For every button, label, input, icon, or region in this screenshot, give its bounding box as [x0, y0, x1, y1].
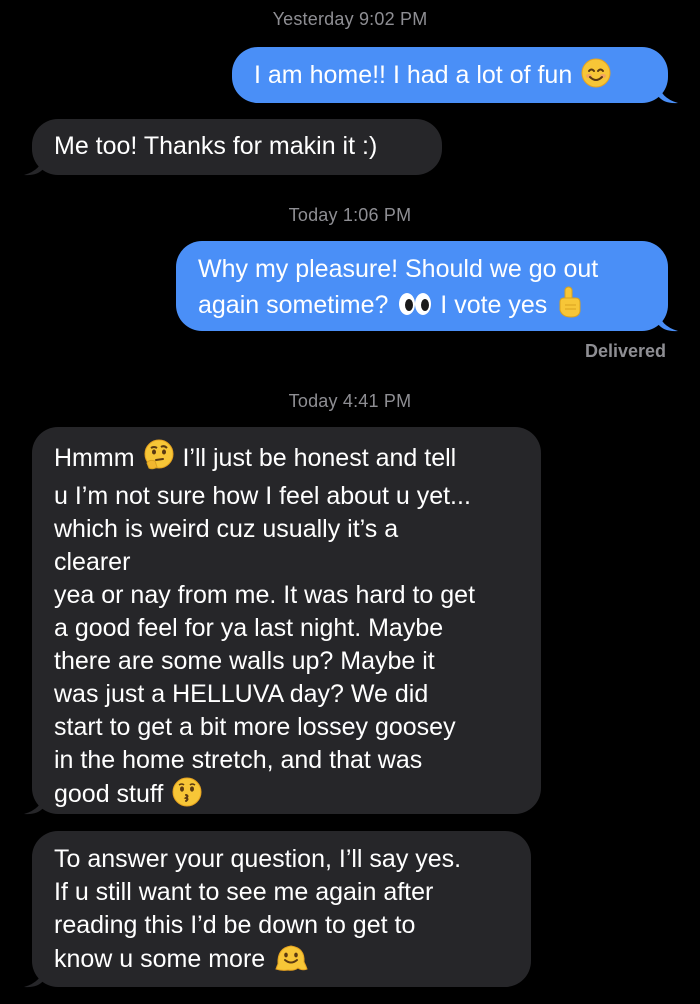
- message-thread[interactable]: Yesterday 9:02 PM I am home!! I had a lo…: [0, 0, 700, 1004]
- message-line-part: I vote yes: [440, 291, 548, 319]
- message-line: a good feel for ya last night. Maybe: [54, 614, 444, 642]
- message-line: yea or nay from me. It was hard to get: [54, 581, 476, 609]
- message-line: u I’m not sure how I feel about u yet...: [54, 482, 471, 510]
- message-line: there are some walls up? Maybe it: [54, 647, 435, 675]
- index-pointing-up-icon: [556, 286, 582, 327]
- message-line: which is weird cuz usually it’s a: [54, 515, 399, 543]
- message-line: good stuff: [54, 777, 519, 816]
- message-line: clearer: [54, 548, 131, 576]
- message-line-part: good stuff: [54, 780, 164, 808]
- message-line-part: Hmmm: [54, 444, 135, 472]
- received-bubble-tail: [24, 793, 44, 815]
- message-line: I am home!! I had a lot of fun: [254, 61, 573, 89]
- message-line: start to get a bit more lossey goosey: [54, 713, 456, 741]
- melting-face-icon: [274, 942, 308, 981]
- timestamp-today-1: Today 1:06 PM: [288, 205, 412, 225]
- sent-message-bubble[interactable]: Why my pleasure! Should we go out again …: [176, 241, 668, 331]
- sent-message-bubble[interactable]: I am home!! I had a lot of fun: [232, 47, 668, 103]
- received-message-bubble[interactable]: To answer your question, I’ll say yes. I…: [32, 831, 531, 987]
- message-line-part: again sometime?: [198, 291, 389, 319]
- smiling-face-icon: [581, 58, 611, 97]
- message-line: If u still want to see me again after: [54, 878, 434, 906]
- eyes-icon: [397, 290, 433, 327]
- message-text: I am home!! I had a lot of fun: [254, 58, 646, 97]
- message-line: To answer your question, I’ll say yes.: [54, 845, 462, 873]
- timestamp-yesterday: Yesterday 9:02 PM: [272, 9, 428, 29]
- message-line: again sometime? I vote yes: [198, 286, 646, 327]
- message-line: in the home stretch, and that was: [54, 746, 423, 774]
- message-line-part: I’ll just be honest and tell: [182, 444, 457, 472]
- delivered-status: Delivered: [584, 341, 666, 361]
- thinking-face-icon: [143, 439, 175, 480]
- message-line: Me too! Thanks for makin it :): [54, 132, 378, 160]
- message-line-part: know u some more: [54, 945, 266, 973]
- received-message-bubble[interactable]: Hmmm I’ll just be honest and tell u I’m …: [32, 427, 541, 814]
- message-line: Why my pleasure! Should we go out: [198, 255, 599, 283]
- sent-bubble-tail: [658, 82, 678, 104]
- timestamp-today-2: Today 4:41 PM: [288, 391, 412, 411]
- sent-bubble-tail: [658, 310, 678, 332]
- received-bubble-tail: [24, 966, 44, 988]
- kissing-face-icon: [172, 777, 202, 816]
- message-line: know u some more: [54, 942, 509, 981]
- message-line: was just a HELLUVA day? We did: [54, 680, 429, 708]
- message-line: Hmmm I’ll just be honest and tell: [54, 439, 519, 480]
- received-message-bubble[interactable]: Me too! Thanks for makin it :): [32, 119, 442, 175]
- message-line: reading this I’d be down to get to: [54, 911, 416, 939]
- received-bubble-tail: [24, 154, 44, 176]
